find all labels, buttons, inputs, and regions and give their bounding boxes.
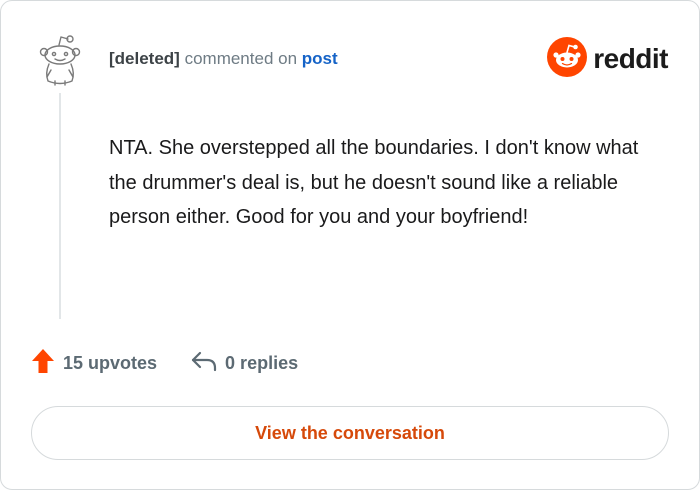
commented-on-text: commented on [184,49,298,68]
deleted-user-avatar-icon [37,31,83,87]
view-conversation-label: View the conversation [255,422,445,443]
comment-embed-card: [deleted] commented on post reddit NTA. … [0,0,700,490]
view-conversation-button[interactable]: View the conversation [31,406,669,460]
reddit-snoo-icon [547,36,588,82]
replies-button[interactable]: 0 replies [191,350,298,377]
reddit-wordmark: reddit [593,43,668,74]
upvote-button[interactable]: 15 upvotes [31,348,157,379]
reddit-brand[interactable]: reddit [547,36,668,82]
reply-count: 0 replies [225,352,299,373]
author-name[interactable]: [deleted] [109,49,180,68]
upvote-count: 15 upvotes [63,352,158,373]
upvote-arrow-icon [31,348,55,379]
post-link[interactable]: post [302,49,338,68]
comment-header: [deleted] commented on post [109,48,338,70]
comment-body: NTA. She overstepped all the boundaries.… [109,137,639,228]
comment-actions: 15 upvotes 0 replies [31,348,298,379]
reply-arrow-icon [191,350,217,377]
thread-line [59,93,61,319]
